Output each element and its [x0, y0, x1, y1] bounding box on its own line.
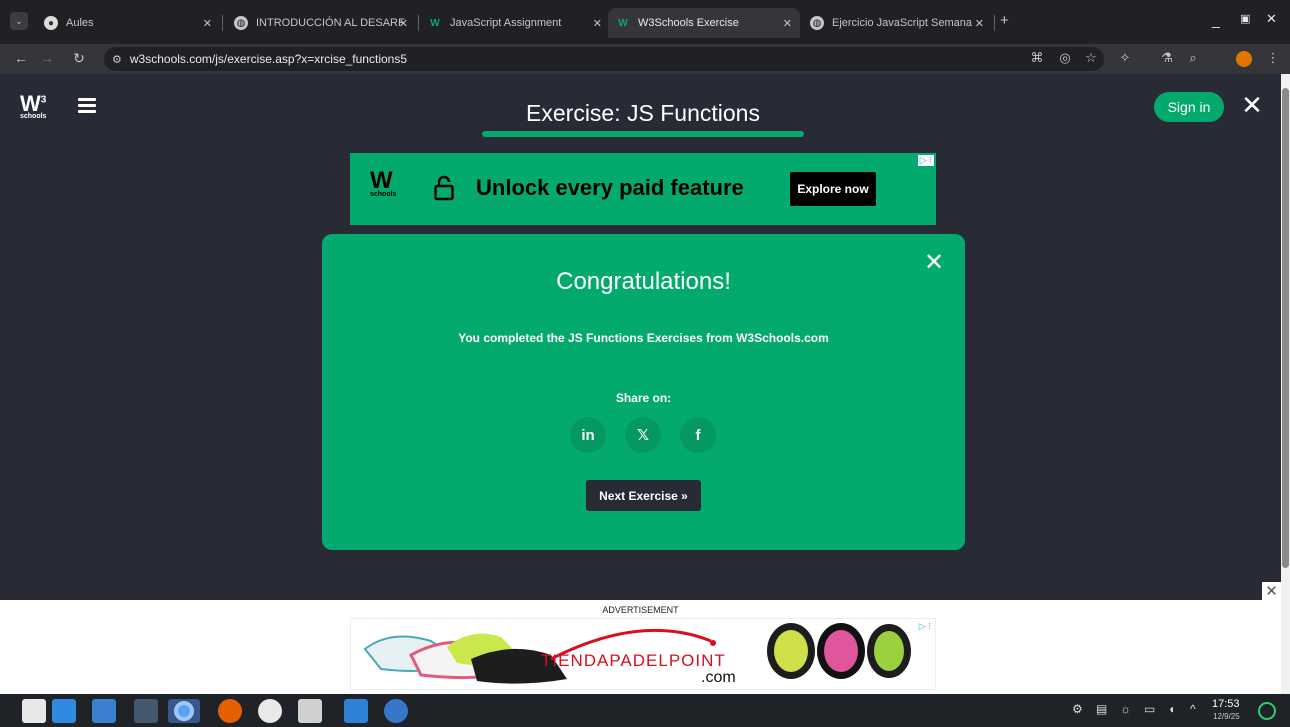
x-glyph: 𝕏: [636, 427, 650, 444]
tab-label: W3Schools Exercise: [638, 17, 739, 29]
clock-date: 12/9/25: [1213, 712, 1240, 721]
aules-favicon-icon: ●: [44, 16, 58, 30]
character-app-icon[interactable]: [258, 699, 282, 723]
adchoices-icon[interactable]: ▷ ⁝: [919, 621, 931, 632]
files-app-icon[interactable]: [22, 699, 46, 723]
x-share-icon[interactable]: 𝕏: [625, 417, 661, 453]
tab-w3schools-exercise[interactable]: W W3Schools Exercise ✕: [608, 8, 800, 38]
bottom-ad-close-icon[interactable]: ✕: [1262, 582, 1281, 601]
w3schools-favicon-icon: W: [430, 17, 440, 29]
settings-app-icon[interactable]: [134, 699, 158, 723]
tab-ejercicio-javascript[interactable]: ◍ Ejercicio JavaScript Semana ✕: [802, 8, 992, 38]
steam-tray-icon[interactable]: ⚙: [1072, 702, 1083, 716]
os-taskbar: ⚙ ▤ ☼ ▭ ◖ ^ 17:53 12/9/25: [0, 694, 1290, 727]
tab-divider: [994, 15, 995, 31]
globe-icon: ◍: [234, 16, 248, 30]
w3schools-favicon-icon: W: [618, 17, 628, 29]
tab-search-dropdown-icon[interactable]: ⌄: [10, 12, 28, 30]
clipboard-app-icon[interactable]: [298, 699, 322, 723]
page-title: Exercise: JS Functions: [526, 100, 760, 126]
w3schools-logo[interactable]: W3 schools: [20, 92, 46, 121]
advertisement-label: ADVERTISEMENT: [602, 605, 679, 615]
translate-icon[interactable]: ⌘: [1028, 50, 1046, 66]
close-tab-icon[interactable]: ✕: [975, 17, 984, 30]
address-bar[interactable]: ⚙ w3schools.com/js/exercise.asp?x=xrcise…: [104, 47, 1104, 71]
display-tray-icon[interactable]: ▭: [1144, 702, 1155, 716]
tab-label: Ejercicio JavaScript Semana: [832, 17, 973, 29]
padel-ad-image[interactable]: TIENDAPADELPOINT .com ▷ ⁝: [350, 618, 936, 690]
explore-now-button[interactable]: Explore now: [790, 172, 876, 206]
close-tab-icon[interactable]: ✕: [399, 17, 408, 30]
vscodium-app-icon[interactable]: [384, 699, 408, 723]
ad-brand-suffix: .com: [701, 669, 736, 686]
close-exercise-icon[interactable]: ✕: [1240, 90, 1264, 121]
bookmark-star-icon[interactable]: ☆: [1082, 50, 1100, 66]
chromium-app-icon[interactable]: [168, 699, 200, 723]
window-close-icon[interactable]: ✕: [1266, 11, 1277, 27]
close-tab-icon[interactable]: ✕: [593, 17, 602, 30]
volume-tray-icon[interactable]: ◖: [1168, 702, 1175, 716]
brightness-tray-icon[interactable]: ☼: [1120, 702, 1131, 716]
tab-divider: [418, 15, 419, 31]
tab-divider: [222, 15, 223, 31]
home-folder-icon[interactable]: [52, 699, 76, 723]
update-status-icon[interactable]: [1258, 702, 1276, 720]
title-underline: [482, 131, 804, 137]
browser-toolbar: ← → ↻ ⚙ w3schools.com/js/exercise.asp?x=…: [0, 44, 1290, 74]
tab-label: INTRODUCCIÓN AL DESARF: [256, 17, 405, 29]
tab-aules[interactable]: ● Aules ✕: [36, 8, 220, 38]
search-icon[interactable]: ⌕: [1184, 50, 1202, 66]
tab-label: Aules: [66, 17, 94, 29]
facebook-share-icon[interactable]: f: [680, 417, 716, 453]
firefox-app-icon[interactable]: [218, 699, 242, 723]
globe-icon: ◍: [810, 16, 824, 30]
profile-avatar[interactable]: [1236, 51, 1252, 67]
restore-icon[interactable]: ▣: [1240, 12, 1250, 25]
reload-icon[interactable]: ↻: [70, 50, 88, 67]
next-exercise-button[interactable]: Next Exercise »: [586, 480, 701, 511]
menu-kebab-icon[interactable]: ⋮: [1264, 50, 1282, 66]
unlock-icon: [434, 175, 454, 201]
ad-brand-text: TIENDAPADELPOINT: [541, 651, 726, 670]
url-text: w3schools.com/js/exercise.asp?x=xrcise_f…: [129, 52, 407, 66]
linkedin-glyph: in: [581, 426, 595, 444]
hamburger-menu-icon[interactable]: [78, 98, 96, 114]
share-label: Share on:: [615, 391, 672, 405]
tab-introduccion[interactable]: ◍ INTRODUCCIÓN AL DESARF ✕: [226, 8, 416, 38]
clipboard-tray-icon[interactable]: ▤: [1096, 702, 1107, 716]
logo-text: schools: [20, 113, 47, 121]
minimize-icon[interactable]: _: [1212, 12, 1220, 28]
top-ad-banner[interactable]: Wschools Unlock every paid feature Explo…: [350, 153, 936, 225]
ad-logo-text: schools: [370, 191, 397, 198]
tray-expand-icon[interactable]: ^: [1190, 702, 1196, 716]
tab-label: JavaScript Assignment: [450, 17, 562, 29]
completion-message: You completed the JS Functions Exercises…: [458, 331, 829, 345]
browser-tab-strip: ⌄ ● Aules ✕ ◍ INTRODUCCIÓN AL DESARF ✕ W…: [0, 0, 1290, 44]
scrollbar-thumb[interactable]: [1282, 88, 1289, 568]
close-tab-icon[interactable]: ✕: [783, 17, 792, 30]
congratulations-modal: ✕ Congratulations! You completed the JS …: [322, 234, 965, 550]
bottom-ad: ✕ ADVERTISEMENT TIENDAPADELPOINT .com ▷ …: [0, 582, 1281, 694]
new-tab-icon[interactable]: +: [1000, 12, 1009, 29]
back-icon[interactable]: ←: [12, 50, 30, 66]
clock-time[interactable]: 17:53: [1212, 698, 1240, 710]
adchoices-icon[interactable]: ▷ ⁝: [917, 155, 934, 166]
linkedin-share-icon[interactable]: in: [570, 417, 606, 453]
site-info-icon[interactable]: ⚙: [112, 53, 122, 66]
close-tab-icon[interactable]: ✕: [203, 17, 212, 30]
page-content: W3 schools Exercise: JS Functions Sign i…: [0, 74, 1280, 600]
facebook-glyph: f: [695, 426, 701, 444]
ad-w3schools-logo: Wschools: [370, 167, 397, 199]
eye-off-icon[interactable]: ◎: [1056, 50, 1074, 66]
extensions-icon[interactable]: ✧: [1116, 50, 1134, 66]
modal-title: Congratulations!: [556, 268, 731, 295]
sign-in-button[interactable]: Sign in: [1154, 92, 1224, 122]
forward-icon[interactable]: →: [38, 50, 56, 66]
document-app-icon[interactable]: [344, 699, 368, 723]
tab-javascript-assignment[interactable]: W JavaScript Assignment ✕: [420, 8, 610, 38]
file-manager-icon[interactable]: [92, 699, 116, 723]
lab-icon[interactable]: ⚗: [1158, 50, 1176, 66]
ad-headline: Unlock every paid feature: [476, 175, 744, 200]
